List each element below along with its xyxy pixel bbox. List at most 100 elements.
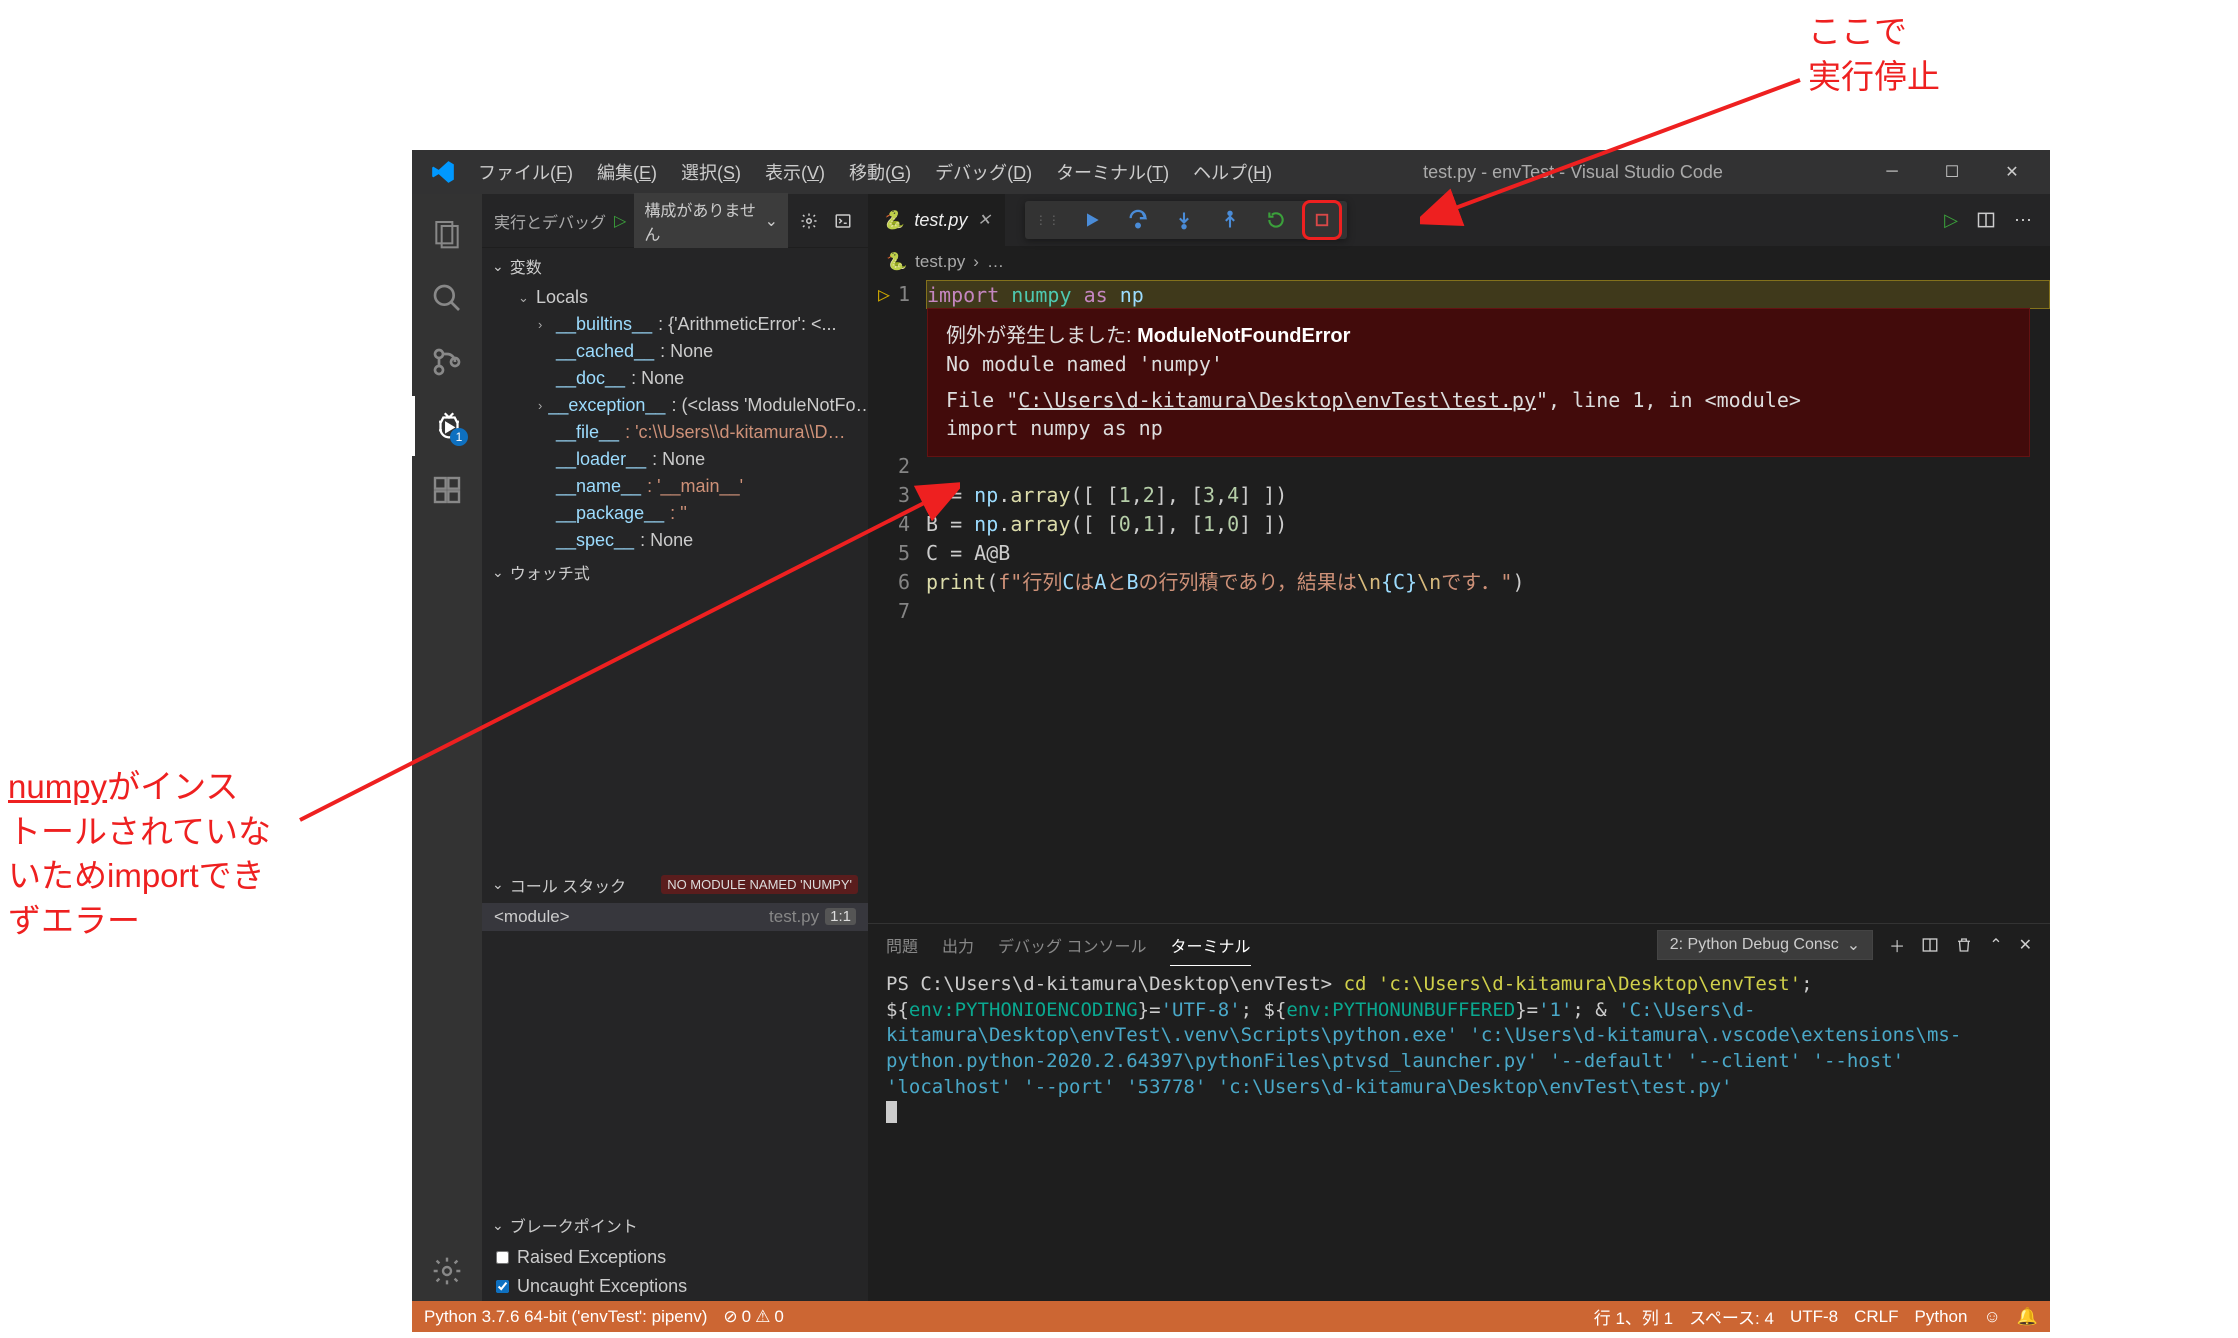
code-line-3[interactable]: A = np.array([ [1,2], [3,4] ]) [926,481,2050,510]
status-errors[interactable]: ⊘0 ⚠0 [723,1307,783,1327]
debug-badge: 1 [450,428,468,446]
terminal-cursor [886,1101,897,1123]
step-over-button[interactable] [1123,205,1153,235]
step-into-button[interactable] [1169,205,1199,235]
titlebar: ファイル(F) 編集(E) 選択(S) 表示(V) 移動(G) デバッグ(D) … [412,150,2050,194]
split-editor-icon[interactable] [1976,210,1996,231]
tab-output[interactable]: 出力 [942,925,974,965]
new-terminal-icon[interactable]: ＋ [1889,933,1905,957]
window-title: test.py - envTest - Visual Studio Code [1284,162,1862,183]
status-eol[interactable]: CRLF [1854,1307,1898,1327]
var-loader[interactable]: __loader__: None [482,446,868,473]
code-line-6[interactable]: print(f"行列CはAとBの行列積であり，結果は\n{C}\nです．") [926,568,2050,597]
var-doc[interactable]: __doc__: None [482,365,868,392]
activity-extensions[interactable] [412,460,482,520]
error-icon: ⊘ [723,1307,737,1327]
menu-select[interactable]: 選択(S) [669,153,753,191]
close-tab-icon[interactable]: ✕ [977,210,990,230]
python-file-icon: 🐍 [886,252,907,272]
editor-actions: ▷ ⋯ [1926,210,2050,231]
split-terminal-icon[interactable] [1921,936,1939,954]
annotation-numpy: numpyがインス トールされていな いためimportでき ずエラー [8,765,271,943]
menu-goto[interactable]: 移動(G) [837,153,923,191]
menu-terminal[interactable]: ターミナル(T) [1044,153,1181,191]
var-name[interactable]: __name__: '__main__' [482,473,868,500]
activity-settings[interactable] [412,1241,482,1301]
stop-button[interactable] [1307,205,1337,235]
file-tab-testpy[interactable]: 🐍 test.py ✕ [868,194,1005,246]
section-watch[interactable]: ⌄ウォッチ式 [482,554,868,590]
activity-debug[interactable]: 1 [412,396,482,456]
annotation-stop: ここで 実行停止 [1808,10,1940,99]
var-file[interactable]: __file__: 'c:\\Users\\d-kitamura\\D… [482,419,868,446]
activity-search[interactable] [412,268,482,328]
code-editor[interactable]: ▷1 import numpy as np 例外が発生しました: ModuleN… [868,278,2050,923]
var-cached[interactable]: __cached__: None [482,338,868,365]
menu-bar: ファイル(F) 編集(E) 選択(S) 表示(V) 移動(G) デバッグ(D) … [466,153,1284,191]
terminal-output[interactable]: PS C:\Users\d-kitamura\Desktop\envTest> … [868,966,2050,1301]
start-debug-icon[interactable]: ▷ [614,211,626,231]
bp-raised-checkbox[interactable] [496,1251,509,1264]
menu-file[interactable]: ファイル(F) [466,153,585,191]
bottom-panel: 問題 出力 デバッグ コンソール ターミナル 2: Python Debug C… [868,923,2050,1301]
restart-button[interactable] [1261,205,1291,235]
activity-scm[interactable] [412,332,482,392]
maximize-panel-icon[interactable]: ⌃ [1989,935,2002,955]
status-python[interactable]: Python 3.7.6 64-bit ('envTest': pipenv) [424,1307,707,1327]
debug-sidebar: 実行とデバッグ ▷ 構成がありません⌄ ⌄変数 ⌄Locals ›__built… [482,194,868,1301]
maximize-button[interactable]: ☐ [1922,150,1982,194]
breadcrumb[interactable]: 🐍 test.py › … [868,246,2050,278]
python-file-icon: 🐍 [882,210,904,231]
status-feedback-icon[interactable]: ☺ [1983,1307,2000,1327]
more-actions-icon[interactable]: ⋯ [2014,210,2032,231]
var-package[interactable]: __package__: '' [482,500,868,527]
status-bell-icon[interactable]: 🔔 [2017,1307,2038,1327]
section-variables[interactable]: ⌄変数 [482,248,868,284]
current-line-icon: ▷ [878,280,890,309]
vscode-logo-icon [430,159,456,185]
trash-icon[interactable] [1955,936,1973,954]
callstack-frame[interactable]: <module> test.py 1:1 [482,903,868,931]
var-spec[interactable]: __spec__: None [482,527,868,554]
locals-header[interactable]: ⌄Locals [482,284,868,311]
continue-button[interactable] [1077,205,1107,235]
menu-edit[interactable]: 編集(E) [585,153,669,191]
section-callstack[interactable]: ⌄コール スタック NO MODULE NAMED 'NUMPY' [482,867,868,903]
bp-uncaught[interactable]: Uncaught Exceptions [482,1272,868,1301]
menu-help[interactable]: ヘルプ(H) [1181,153,1284,191]
status-spaces[interactable]: スペース: 4 [1689,1304,1774,1329]
bp-raised[interactable]: Raised Exceptions [482,1243,868,1272]
close-button[interactable]: ✕ [1982,150,2042,194]
minimize-button[interactable]: ─ [1862,150,1922,194]
exception-popup[interactable]: 例外が発生しました: ModuleNotFoundError No module… [927,308,2030,457]
gear-icon[interactable] [796,208,822,234]
tab-terminal[interactable]: ターミナル [1170,925,1250,966]
warning-icon: ⚠ [755,1307,770,1327]
toolbar-grip-icon[interactable]: ⋮⋮ [1035,213,1061,227]
code-line-4[interactable]: B = np.array([ [0,1], [1,0] ]) [926,510,2050,539]
code-line-5[interactable]: C = A@B [926,539,2050,568]
run-file-icon[interactable]: ▷ [1944,210,1958,231]
menu-debug[interactable]: デバッグ(D) [923,153,1044,191]
vscode-window: ファイル(F) 編集(E) 選択(S) 表示(V) 移動(G) デバッグ(D) … [412,150,2050,1332]
debug-config-dropdown[interactable]: 構成がありません⌄ [634,193,788,249]
section-breakpoints[interactable]: ⌄ブレークポイント [482,1207,868,1243]
status-position[interactable]: 行 1、列 1 [1594,1304,1673,1329]
debug-toolbar[interactable]: ⋮⋮ [1025,201,1347,239]
close-panel-icon[interactable]: ✕ [2019,935,2032,955]
step-out-button[interactable] [1215,205,1245,235]
editor-tabs: 🐍 test.py ✕ ⋮⋮ ▷ ⋯ [868,194,2050,246]
var-exception[interactable]: ›__exception__: (<class 'ModuleNotFo… [482,392,868,419]
status-encoding[interactable]: UTF-8 [1790,1307,1838,1327]
status-language[interactable]: Python [1915,1307,1968,1327]
code-line-1[interactable]: import numpy as np [926,280,2050,309]
tab-problems[interactable]: 問題 [886,925,918,965]
tab-debug-console[interactable]: デバッグ コンソール [998,925,1146,965]
bp-uncaught-checkbox[interactable] [496,1280,509,1293]
var-builtins[interactable]: ›__builtins__: {'ArithmeticError': <... [482,311,868,338]
activity-explorer[interactable] [412,204,482,264]
terminal-selector[interactable]: 2: Python Debug Consc⌄ [1657,930,1873,960]
console-icon[interactable] [830,208,856,234]
menu-view[interactable]: 表示(V) [753,153,837,191]
code-line-7[interactable] [926,597,2050,626]
